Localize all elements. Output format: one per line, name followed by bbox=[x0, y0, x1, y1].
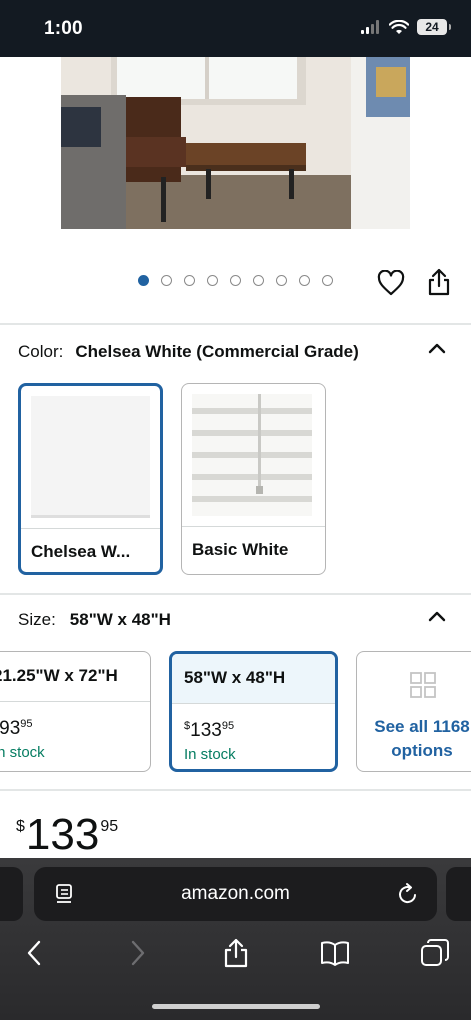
browser-toolbar: amazon.com bbox=[0, 858, 471, 1020]
carousel-dot[interactable] bbox=[299, 275, 310, 286]
see-all-options-button[interactable]: See all 1168 options bbox=[356, 651, 471, 772]
status-icons: 24 bbox=[361, 19, 451, 35]
size-option-58x48[interactable]: 58"W x 48"H $13395 In stock bbox=[169, 651, 338, 772]
stock-status: In stock bbox=[184, 746, 236, 763]
battery-indicator: 24 bbox=[417, 19, 451, 35]
carousel-dot[interactable] bbox=[230, 275, 241, 286]
tabs-icon[interactable] bbox=[420, 938, 450, 968]
color-label: Color: bbox=[18, 342, 64, 361]
bookmarks-icon[interactable] bbox=[320, 938, 350, 968]
size-option-label: 58"W x 48"H bbox=[172, 654, 335, 704]
product-image[interactable] bbox=[61, 57, 410, 229]
grid-icon bbox=[410, 672, 436, 698]
size-option-21-25x72[interactable]: 21.25"W x 72"H $9395 In stock bbox=[0, 651, 151, 772]
carousel-dot[interactable] bbox=[161, 275, 172, 286]
size-label: Size: bbox=[18, 610, 56, 629]
size-option-label: 21.25"W x 72"H bbox=[0, 652, 150, 702]
carousel-dot[interactable] bbox=[138, 275, 149, 286]
previous-tab-preview[interactable] bbox=[0, 867, 23, 921]
carousel-dot[interactable] bbox=[276, 275, 287, 286]
heart-icon bbox=[377, 269, 405, 296]
url-text: amazon.com bbox=[181, 883, 290, 904]
section-divider bbox=[0, 789, 471, 791]
share-icon bbox=[428, 268, 450, 296]
color-option-basic-white[interactable]: Basic White bbox=[181, 383, 326, 575]
swatch-image bbox=[192, 394, 312, 516]
reload-icon[interactable] bbox=[397, 882, 419, 906]
chevron-up-icon[interactable] bbox=[427, 341, 447, 355]
stock-status: In stock bbox=[0, 744, 45, 761]
wifi-icon bbox=[389, 19, 409, 34]
status-time: 1:00 bbox=[44, 18, 83, 39]
color-value: Chelsea White (Commercial Grade) bbox=[75, 342, 359, 361]
carousel-dot[interactable] bbox=[253, 275, 264, 286]
color-option-chelsea-white[interactable]: Chelsea W... bbox=[18, 383, 163, 575]
status-bar: 1:00 24 bbox=[0, 0, 471, 57]
forward-icon[interactable] bbox=[122, 938, 152, 968]
section-divider bbox=[0, 323, 471, 325]
section-divider bbox=[0, 593, 471, 595]
cellular-signal-icon bbox=[361, 20, 379, 34]
size-option-price: $9395 bbox=[0, 718, 33, 739]
next-tab-preview[interactable] bbox=[446, 867, 471, 921]
size-option-price: $13395 bbox=[184, 720, 235, 741]
see-all-options-label: See all 1168 options bbox=[374, 717, 470, 760]
add-to-list-button[interactable] bbox=[377, 269, 405, 296]
product-price: $ 133 95 bbox=[16, 810, 119, 859]
size-value: 58"W x 48"H bbox=[69, 610, 171, 629]
carousel-dots[interactable] bbox=[138, 275, 333, 286]
address-bar[interactable]: amazon.com bbox=[34, 867, 437, 921]
carousel-dot[interactable] bbox=[184, 275, 195, 286]
back-icon[interactable] bbox=[20, 938, 50, 968]
share-button[interactable] bbox=[426, 268, 452, 296]
chevron-up-icon[interactable] bbox=[427, 609, 447, 623]
size-selector-header[interactable]: Size: 58"W x 48"H bbox=[18, 610, 171, 630]
color-selector-header[interactable]: Color: Chelsea White (Commercial Grade) bbox=[18, 342, 359, 362]
carousel-dot[interactable] bbox=[207, 275, 218, 286]
share-icon[interactable] bbox=[221, 938, 251, 968]
swatch-label: Basic White bbox=[192, 540, 289, 559]
swatch-image bbox=[31, 396, 150, 518]
swatch-label: Chelsea W... bbox=[31, 542, 131, 561]
product-photo bbox=[61, 57, 410, 229]
carousel-dot[interactable] bbox=[322, 275, 333, 286]
home-indicator[interactable] bbox=[152, 1004, 320, 1009]
